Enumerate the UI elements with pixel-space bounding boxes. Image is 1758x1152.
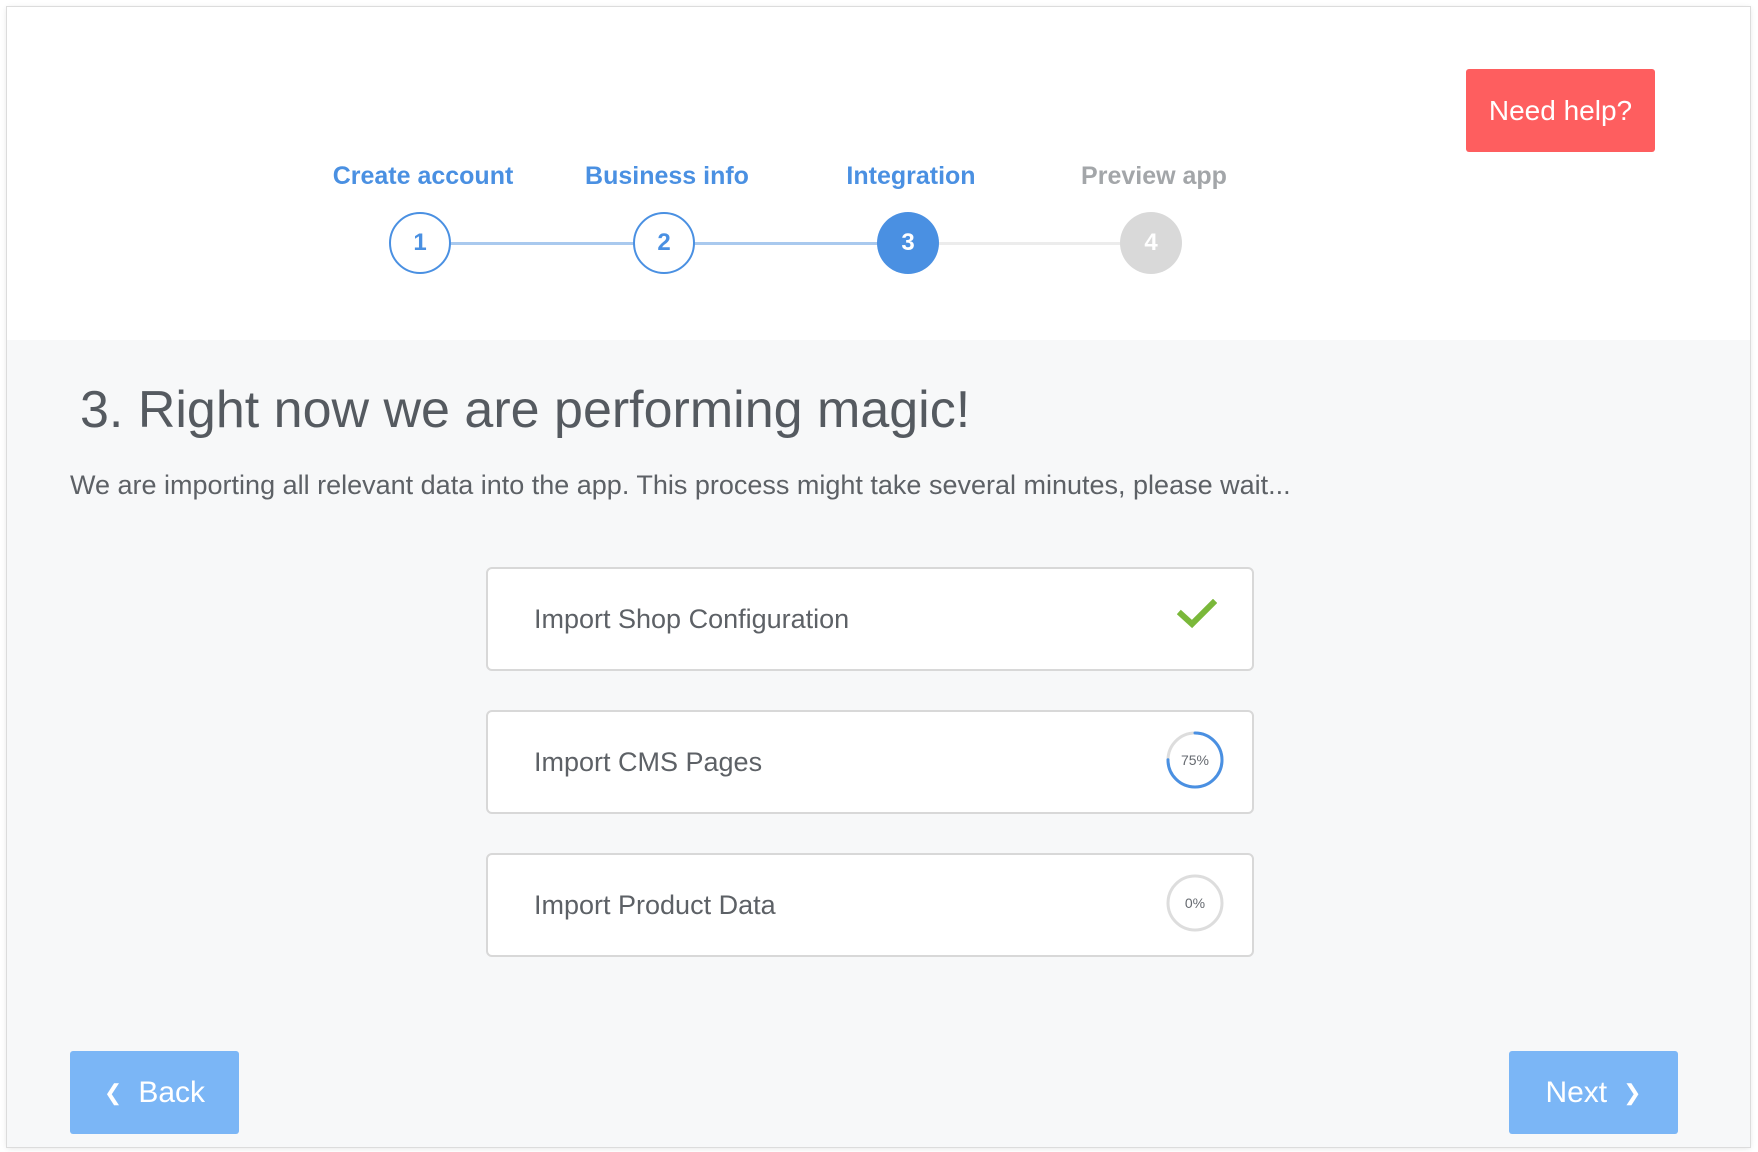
- onboarding-window: Need help? Create account 1 Business inf…: [7, 7, 1750, 1147]
- next-button[interactable]: Next ❯: [1509, 1051, 1678, 1134]
- task-import-cms-pages: Import CMS Pages 75%: [486, 710, 1254, 814]
- task-import-product-data: Import Product Data 0%: [486, 853, 1254, 957]
- step-label-integration: Integration: [846, 162, 976, 190]
- step-circle-1[interactable]: 1: [389, 212, 451, 274]
- next-button-label: Next: [1545, 1075, 1608, 1109]
- step-circle-2[interactable]: 2: [633, 212, 695, 274]
- task-label: Import CMS Pages: [534, 747, 763, 777]
- step-label-preview-app: Preview app: [1081, 162, 1227, 190]
- step-circle-3[interactable]: 3: [877, 212, 939, 274]
- step-circle-4[interactable]: 4: [1120, 212, 1182, 274]
- progress-percent: 0%: [1184, 895, 1206, 911]
- check-icon: [1177, 599, 1217, 629]
- main-content: 3. Right now we are performing magic! We…: [7, 340, 1750, 1147]
- step-connector-1: [447, 242, 639, 245]
- progress-stepper: Create account 1 Business info 2 Integra…: [7, 7, 1750, 340]
- page-title: 3. Right now we are performing magic!: [80, 381, 971, 439]
- header: Need help? Create account 1 Business inf…: [7, 7, 1750, 340]
- progress-ring: 0%: [1165, 873, 1225, 933]
- task-label: Import Product Data: [534, 890, 776, 920]
- task-label: Import Shop Configuration: [534, 604, 850, 634]
- progress-percent: 75%: [1180, 752, 1210, 768]
- task-import-shop-configuration: Import Shop Configuration: [486, 567, 1254, 671]
- step-label-business-info: Business info: [585, 162, 749, 190]
- step-connector-2: [693, 242, 885, 245]
- chevron-right-icon: ❯: [1623, 1079, 1642, 1105]
- back-button-label: Back: [138, 1075, 206, 1109]
- page-description: We are importing all relevant data into …: [70, 470, 1291, 500]
- step-connector-3: [938, 242, 1130, 245]
- progress-ring: 75%: [1165, 730, 1225, 790]
- back-button[interactable]: ❮ Back: [70, 1051, 239, 1134]
- step-label-create-account: Create account: [332, 162, 514, 190]
- chevron-left-icon: ❮: [103, 1079, 123, 1105]
